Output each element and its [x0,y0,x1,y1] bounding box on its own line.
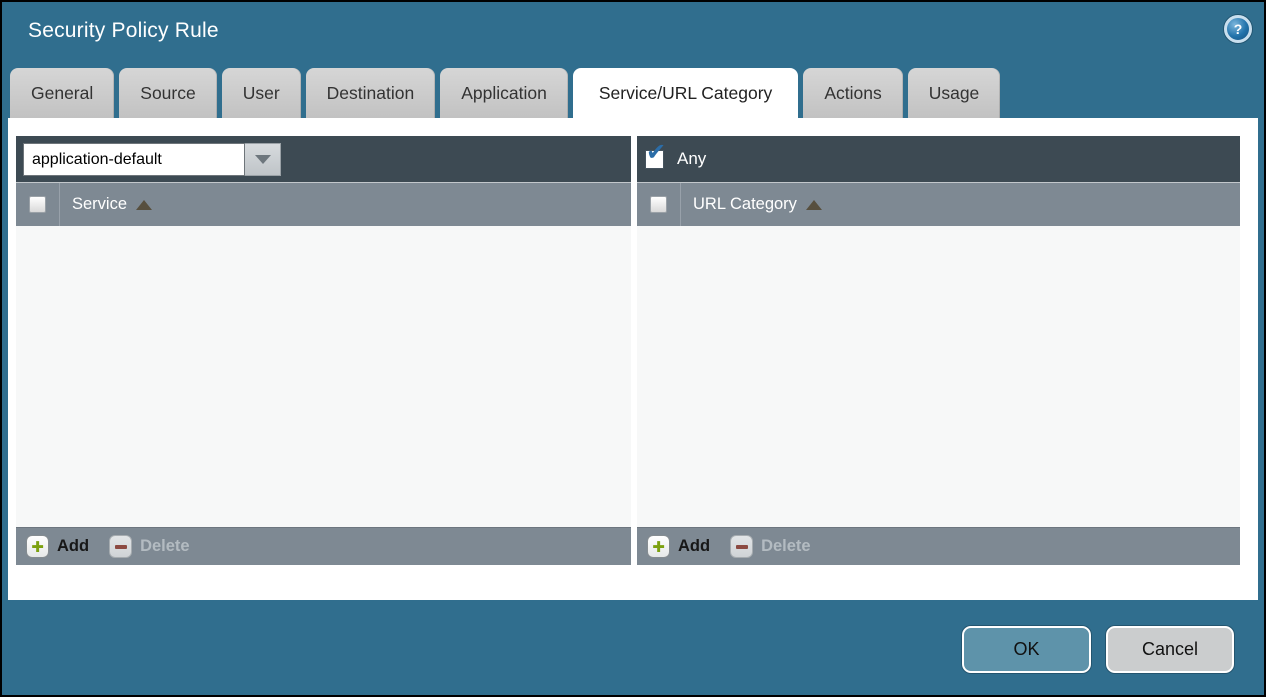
service-delete-label: Delete [140,537,190,556]
url-category-delete-label: Delete [761,537,811,556]
url-category-select-all-checkbox[interactable] [650,196,667,213]
add-plus-icon: ✚ [26,535,49,558]
help-icon[interactable]: ? [1224,15,1252,43]
dialog-title: Security Policy Rule [28,19,219,43]
service-add-label: Add [57,537,89,556]
service-toolbar: ✚ Add Delete [16,527,631,565]
security-policy-rule-dialog: Security Policy Rule ? General Source Us… [2,2,1264,695]
add-plus-icon: ✚ [647,535,670,558]
service-type-dropdown[interactable]: application-default [23,143,281,176]
sort-ascending-icon [806,200,822,210]
chevron-down-icon [255,155,271,164]
delete-minus-icon [730,535,753,558]
service-column-header-row: Service [16,182,631,226]
tab-source[interactable]: Source [119,68,216,118]
service-column-label: Service [72,195,127,214]
tab-actions[interactable]: Actions [803,68,902,118]
sort-ascending-icon [136,200,152,210]
any-checkbox[interactable]: ✔ [645,150,664,169]
delete-minus-icon [109,535,132,558]
service-add-button[interactable]: ✚ Add [26,535,89,558]
url-category-toolbar: ✚ Add Delete [637,527,1240,565]
service-list [16,226,631,527]
service-panel-header: application-default [16,136,631,182]
tab-general[interactable]: General [10,68,114,118]
url-category-column-label: URL Category [693,195,797,214]
tab-application[interactable]: Application [440,68,568,118]
tab-destination[interactable]: Destination [306,68,436,118]
ok-button[interactable]: OK [962,626,1091,673]
service-select-all-checkbox[interactable] [29,196,46,213]
checkmark-icon: ✔ [646,141,666,165]
minus-bar [115,545,127,549]
service-delete-button[interactable]: Delete [109,535,190,558]
url-category-add-label: Add [678,537,710,556]
url-category-list [637,226,1240,527]
tab-content-area: application-default Service ✚ [8,118,1258,600]
url-category-column-header-row: URL Category [637,182,1240,226]
any-label: Any [677,149,706,169]
tab-service-url-category[interactable]: Service/URL Category [573,68,798,118]
url-category-column-header[interactable]: URL Category [693,195,822,214]
service-panel: application-default Service ✚ [16,136,631,565]
service-type-dropdown-button[interactable] [245,143,281,176]
tab-bar: General Source User Destination Applicat… [10,68,1005,118]
minus-bar [736,545,748,549]
url-category-panel: ✔ Any URL Category ✚ Add [637,136,1240,565]
tab-usage[interactable]: Usage [908,68,1001,118]
url-category-add-button[interactable]: ✚ Add [647,535,710,558]
service-column-header[interactable]: Service [72,195,152,214]
service-select-all-cell [16,183,60,226]
cancel-button[interactable]: Cancel [1106,626,1234,673]
url-category-delete-button[interactable]: Delete [730,535,811,558]
service-type-dropdown-value[interactable]: application-default [23,143,245,176]
url-category-select-all-cell [637,183,681,226]
url-category-panel-header: ✔ Any [637,136,1240,182]
tab-user[interactable]: User [222,68,301,118]
